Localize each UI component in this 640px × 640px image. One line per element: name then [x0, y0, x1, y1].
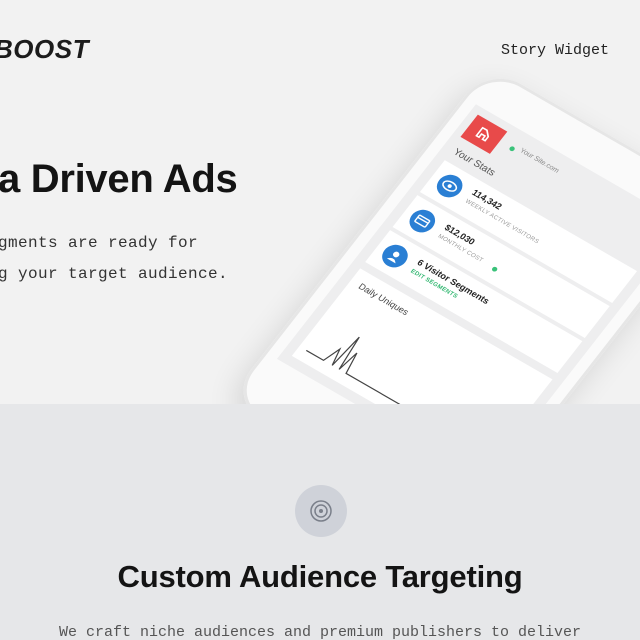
- target-icon: [295, 485, 347, 537]
- status-dot: [508, 145, 516, 153]
- feature-title: Custom Audience Targeting: [117, 559, 523, 594]
- credit-card-icon: [404, 205, 441, 237]
- eye-icon: [431, 170, 468, 202]
- hero-subline-2: g your target audience.: [0, 265, 229, 283]
- brand-logo[interactable]: BOOST: [0, 34, 89, 65]
- app-logo-icon: [460, 114, 508, 154]
- hero-subline-1: gments are ready for: [0, 234, 199, 252]
- daily-uniques-title: Daily Uniques: [356, 281, 411, 318]
- site-label: Your Site.com: [518, 147, 561, 175]
- hero-section: BOOST Story Widget a Driven Ads gments a…: [0, 0, 640, 404]
- nav-link-story-widget[interactable]: Story Widget: [501, 42, 609, 59]
- phone-screen: Your Site.com Your Stats 114,342 WEEKLY …: [276, 104, 640, 404]
- feature-section: Custom Audience Targeting We craft niche…: [0, 404, 640, 640]
- feature-description: We craft niche audiences and premium pub…: [58, 624, 582, 640]
- status-dot: [490, 265, 499, 273]
- user-icon: [377, 240, 413, 272]
- phone-mockup: Your Site.com Your Stats 114,342 WEEKLY …: [227, 65, 640, 404]
- hero-headline: a Driven Ads: [0, 157, 238, 201]
